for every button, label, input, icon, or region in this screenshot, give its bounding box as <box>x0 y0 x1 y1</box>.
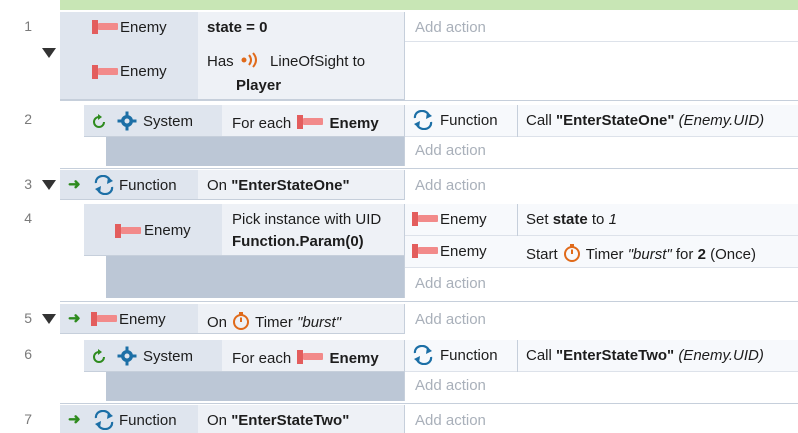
event-divider <box>60 403 798 404</box>
action-object-label: Function <box>440 112 498 129</box>
gear-icon <box>117 111 137 131</box>
refresh-icon <box>93 349 105 363</box>
event-number: 7 <box>24 411 32 427</box>
enemy-sprite-icon <box>91 312 117 326</box>
collapse-triangle-icon[interactable] <box>42 314 56 324</box>
function-icon <box>94 410 114 430</box>
condition-target: Player <box>236 77 282 94</box>
event-divider <box>60 301 798 302</box>
condition-text: state = 0 <box>207 19 268 36</box>
add-action-link[interactable]: Add action <box>415 412 486 429</box>
event-divider <box>60 100 798 101</box>
trigger-arrow-icon: ➜ <box>68 310 81 327</box>
function-icon <box>413 110 433 130</box>
collapse-triangle-icon[interactable] <box>42 180 56 190</box>
condition-text: On "EnterStateOne" <box>207 177 350 194</box>
event-number: 5 <box>24 310 32 326</box>
enemy-sprite-icon <box>115 224 141 238</box>
condition-spacer <box>106 372 404 401</box>
condition-object-label: System <box>143 348 194 365</box>
condition-object-label: Enemy <box>144 222 191 239</box>
condition-spacer <box>106 256 404 298</box>
action-text: Set state to 1 <box>526 211 617 228</box>
condition-text: For each Enemy <box>232 115 379 132</box>
condition-text: Has LineOfSight to <box>207 52 366 70</box>
enemy-sprite-icon <box>92 65 118 79</box>
enemy-sprite-icon <box>297 115 324 129</box>
add-action-link[interactable]: Add action <box>415 377 486 394</box>
condition-spacer <box>106 137 404 166</box>
timer-icon <box>233 312 250 330</box>
function-icon <box>413 345 433 365</box>
condition-object-label: Function <box>119 412 177 429</box>
condition-text: On "EnterStateTwo" <box>207 412 350 429</box>
action-object-label: Function <box>440 347 498 364</box>
condition-object-label: Enemy <box>120 63 167 80</box>
top-event-strip <box>60 0 798 10</box>
refresh-icon <box>93 114 105 128</box>
event-number: 4 <box>24 210 32 226</box>
add-action-link[interactable]: Add action <box>415 311 486 328</box>
condition-object-label: Function <box>119 177 177 194</box>
enemy-sprite-icon <box>412 244 438 258</box>
condition-text: For each Enemy <box>232 350 379 367</box>
event-number: 3 <box>24 176 32 192</box>
collapse-triangle-icon[interactable] <box>42 48 56 58</box>
condition-object-label: Enemy <box>119 311 166 328</box>
enemy-sprite-icon <box>297 350 324 364</box>
action-object-label: Enemy <box>440 243 487 260</box>
add-action-link[interactable]: Add action <box>415 142 486 159</box>
trigger-arrow-icon: ➜ <box>68 176 81 193</box>
event-divider <box>60 168 798 169</box>
event-number: 1 <box>24 18 32 34</box>
trigger-arrow-icon: ➜ <box>68 411 81 428</box>
condition-text: Pick instance with UID <box>232 211 382 228</box>
action-object-label: Enemy <box>440 211 487 228</box>
enemy-sprite-icon <box>92 20 118 34</box>
action-text: Start Timer "burst" for 2 (Once) <box>526 243 756 263</box>
gear-icon <box>117 346 137 366</box>
action-text: Call "EnterStateTwo" (Enemy.UID) <box>526 347 764 364</box>
function-icon <box>94 175 114 195</box>
action-text: Call "EnterStateOne" (Enemy.UID) <box>526 112 765 129</box>
condition-object-label: System <box>143 113 194 130</box>
condition-object-label: Enemy <box>120 19 167 36</box>
enemy-sprite-icon <box>412 212 438 226</box>
event-number: 2 <box>24 111 32 127</box>
add-action-link[interactable]: Add action <box>415 177 486 194</box>
timer-icon <box>563 244 580 262</box>
event-number: 6 <box>24 346 32 362</box>
condition-param: Function.Param(0) <box>232 233 364 250</box>
add-action-link[interactable]: Add action <box>415 19 486 36</box>
condition-text: On Timer "burst" <box>207 311 341 331</box>
add-action-link[interactable]: Add action <box>415 275 486 292</box>
line-of-sight-icon <box>241 52 257 68</box>
